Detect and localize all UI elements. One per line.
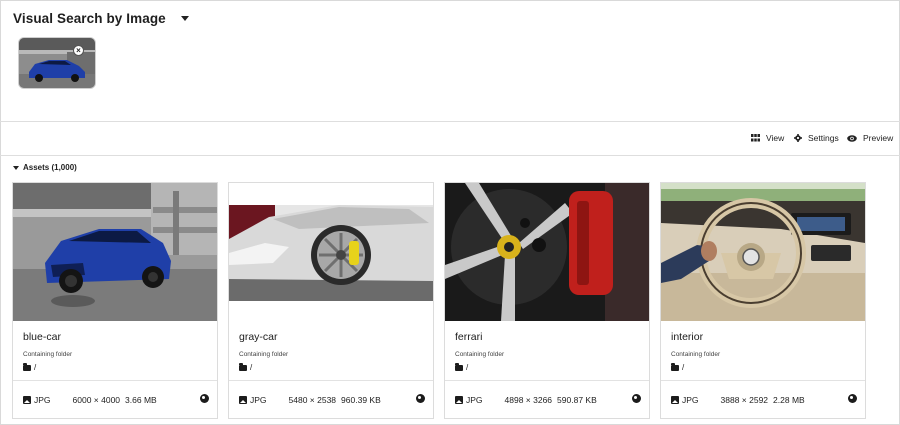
file-size: 590.87 KB: [557, 395, 597, 405]
asset-name[interactable]: blue-car: [23, 331, 61, 343]
asset-card[interactable]: interior Containing folder / JPG 3888 × …: [660, 182, 866, 419]
asset-thumbnail[interactable]: [661, 183, 865, 321]
asset-card[interactable]: gray-car Containing folder / JPG 5480 × …: [228, 182, 434, 419]
folder-path-text: /: [250, 363, 253, 372]
results-toolbar: View Settings Preview: [0, 122, 900, 156]
image-dimensions: 6000 × 4000: [72, 395, 121, 405]
assets-section-toggle[interactable]: Assets (1,000): [13, 163, 77, 172]
folder-icon: [455, 363, 463, 371]
file-size: 960.39 KB: [341, 395, 381, 405]
settings-label: Settings: [808, 133, 839, 143]
image-dimensions: 3888 × 2592: [720, 395, 769, 405]
card-divider: [661, 380, 865, 381]
folder-path-text: /: [682, 363, 685, 372]
asset-name[interactable]: ferrari: [455, 331, 482, 343]
search-header: Visual Search by Image ×: [0, 0, 900, 122]
query-image-thumbnail[interactable]: ×: [18, 37, 96, 89]
grid-icon: [751, 134, 760, 142]
asset-thumbnail[interactable]: [445, 183, 649, 321]
assets-count-label: Assets (1,000): [23, 163, 77, 172]
globe-icon[interactable]: [200, 394, 209, 403]
title-dropdown[interactable]: Visual Search by Image: [13, 9, 189, 27]
asset-thumbnail[interactable]: [229, 183, 433, 321]
card-divider: [13, 380, 217, 381]
view-label: View: [766, 133, 785, 143]
image-icon: [23, 396, 31, 404]
folder-icon: [239, 363, 247, 371]
folder-path[interactable]: /: [239, 363, 252, 372]
asset-name[interactable]: interior: [671, 331, 703, 343]
folder-path[interactable]: /: [671, 363, 684, 372]
asset-card[interactable]: ferrari Containing folder / JPG 4898 × 3…: [444, 182, 650, 419]
folder-icon: [671, 363, 679, 371]
blue-car-image: [13, 183, 217, 321]
asset-card[interactable]: blue-car Containing folder / JPG 6000 × …: [12, 182, 218, 419]
folder-label: Containing folder: [23, 351, 73, 358]
view-button[interactable]: View: [751, 132, 784, 144]
query-car-image: [19, 38, 95, 88]
caret-down-icon: [13, 165, 19, 170]
file-type: JPG: [250, 395, 267, 405]
asset-meta: JPG 3888 × 2592 2.28 MB: [671, 394, 857, 405]
interior-image: [661, 183, 865, 321]
globe-icon[interactable]: [848, 394, 857, 403]
image-icon: [671, 396, 679, 404]
ferrari-image: [445, 183, 649, 321]
page-title: Visual Search by Image: [13, 10, 166, 26]
folder-path-text: /: [34, 363, 37, 372]
asset-meta: JPG 6000 × 4000 3.66 MB: [23, 394, 209, 405]
gray-car-image: [229, 183, 433, 321]
folder-label: Containing folder: [239, 351, 289, 358]
folder-label: Containing folder: [455, 351, 505, 358]
globe-icon[interactable]: [632, 394, 641, 403]
preview-button[interactable]: Preview: [847, 132, 893, 144]
globe-icon[interactable]: [416, 394, 425, 403]
folder-path-text: /: [466, 363, 469, 372]
file-size: 2.28 MB: [773, 395, 805, 405]
preview-label: Preview: [863, 133, 894, 143]
asset-thumbnail[interactable]: [13, 183, 217, 321]
image-icon: [239, 396, 247, 404]
card-divider: [445, 380, 649, 381]
eye-icon: [847, 134, 857, 142]
image-dimensions: 4898 × 3266: [504, 395, 553, 405]
folder-icon: [23, 363, 31, 371]
image-dimensions: 5480 × 2538: [288, 395, 337, 405]
folder-path[interactable]: /: [455, 363, 468, 372]
image-icon: [455, 396, 463, 404]
folder-label: Containing folder: [671, 351, 721, 358]
gear-icon: [794, 134, 802, 142]
chevron-down-icon[interactable]: [180, 15, 189, 21]
settings-button[interactable]: Settings: [794, 132, 839, 144]
card-divider: [229, 380, 433, 381]
asset-meta: JPG 4898 × 3266 590.87 KB: [455, 394, 641, 405]
asset-name[interactable]: gray-car: [239, 331, 278, 343]
file-type: JPG: [34, 395, 51, 405]
asset-meta: JPG 5480 × 2538 960.39 KB: [239, 394, 425, 405]
close-circle-icon[interactable]: ×: [73, 45, 84, 56]
file-type: JPG: [466, 395, 483, 405]
folder-path[interactable]: /: [23, 363, 36, 372]
file-type: JPG: [682, 395, 699, 405]
file-size: 3.66 MB: [125, 395, 157, 405]
